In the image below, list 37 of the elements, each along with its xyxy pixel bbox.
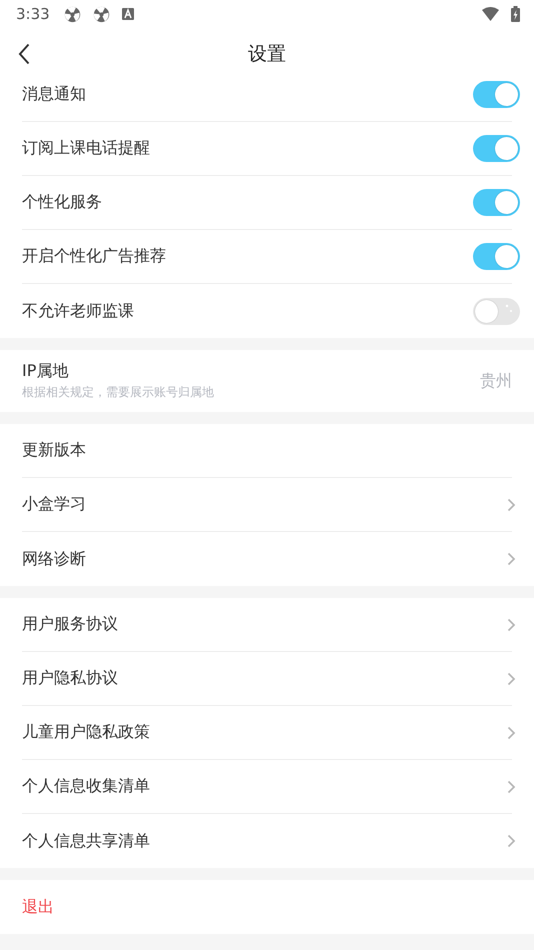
- setting-hint: 根据相关规定，需要展示账号归属地: [22, 384, 215, 401]
- chevron-right-icon: [507, 618, 516, 632]
- toggle-switch[interactable]: [473, 189, 520, 216]
- setting-label: 消息通知: [22, 84, 86, 105]
- toggle-switch[interactable]: [473, 298, 520, 324]
- toggle-switch[interactable]: [473, 243, 520, 270]
- menu-item[interactable]: 更新版本: [22, 440, 86, 461]
- menu-item[interactable]: 用户服务协议: [22, 614, 118, 635]
- chevron-right-icon: [507, 726, 516, 740]
- chevron-right-icon: [507, 672, 516, 686]
- setting-label: 个性化服务: [22, 192, 102, 213]
- toggle-switch[interactable]: [473, 135, 520, 162]
- toggle-switch[interactable]: [473, 81, 520, 108]
- setting-value: 贵州: [480, 370, 512, 392]
- sparkle-icon: [504, 304, 514, 314]
- menu-item[interactable]: 个人信息收集清单: [22, 776, 150, 797]
- menu-item[interactable]: 网络诊断: [22, 548, 86, 570]
- setting-label: 开启个性化广告推荐: [22, 246, 166, 267]
- wifi-icon: [482, 7, 499, 21]
- keyboard-icon: [122, 8, 134, 20]
- menu-item[interactable]: 小盒学习: [22, 494, 86, 515]
- chevron-right-icon: [507, 552, 516, 566]
- setting-label: 不允许老师监课: [22, 300, 134, 322]
- logout-link[interactable]: 退出: [22, 896, 54, 918]
- setting-label: IP属地: [22, 361, 70, 382]
- menu-item[interactable]: 儿童用户隐私政策: [22, 722, 150, 743]
- menu-item[interactable]: 用户隐私协议: [22, 668, 118, 689]
- battery-icon: [511, 6, 520, 22]
- app-notification-icon: [64, 6, 81, 22]
- app-notification-icon: [92, 6, 110, 22]
- chevron-right-icon: [507, 780, 516, 794]
- menu-item[interactable]: 个人信息共享清单: [22, 830, 150, 852]
- page-title: 设置: [248, 42, 286, 67]
- chevron-right-icon: [507, 834, 516, 848]
- chevron-right-icon: [507, 498, 516, 512]
- status-time: 3:33: [16, 5, 50, 23]
- setting-label: 订阅上课电话提醒: [22, 138, 150, 159]
